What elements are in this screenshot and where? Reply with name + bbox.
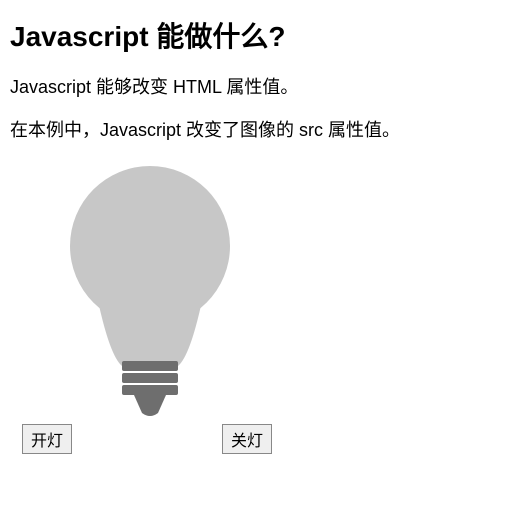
intro-paragraph-1: Javascript 能够改变 HTML 属性值。	[10, 75, 510, 100]
button-row: 开灯 关灯	[22, 424, 510, 454]
turn-on-button[interactable]: 开灯	[22, 424, 72, 454]
lightbulb-icon	[40, 161, 260, 421]
intro-paragraph-2: 在本例中，Javascript 改变了图像的 src 属性值。	[10, 118, 510, 143]
turn-off-button[interactable]: 关灯	[222, 424, 272, 454]
page-title: Javascript 能做什么?	[10, 15, 510, 55]
bulb-demo-area: 开灯 关灯	[10, 161, 510, 454]
